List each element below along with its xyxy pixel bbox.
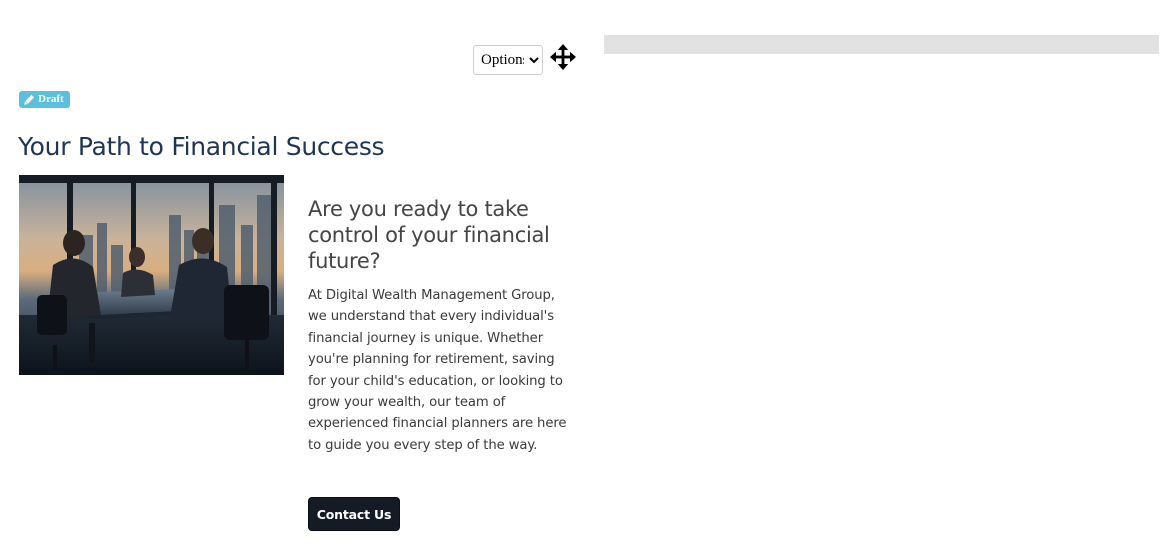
page-title: Your Path to Financial Success xyxy=(18,132,385,161)
status-badge: Draft xyxy=(19,91,70,108)
subheading: Are you ready to take control of your fi… xyxy=(308,197,550,273)
move-arrows-icon xyxy=(550,44,576,70)
hero-image xyxy=(19,175,284,375)
top-gray-bar xyxy=(604,35,1159,54)
move-handle[interactable] xyxy=(550,44,576,70)
pencil-icon xyxy=(24,94,35,105)
body-text: At Digital Wealth Management Group, we u… xyxy=(308,288,567,453)
status-badge-label: Draft xyxy=(38,93,64,105)
options-select[interactable]: Options xyxy=(473,45,543,75)
contact-us-button[interactable]: Contact Us xyxy=(308,497,400,531)
